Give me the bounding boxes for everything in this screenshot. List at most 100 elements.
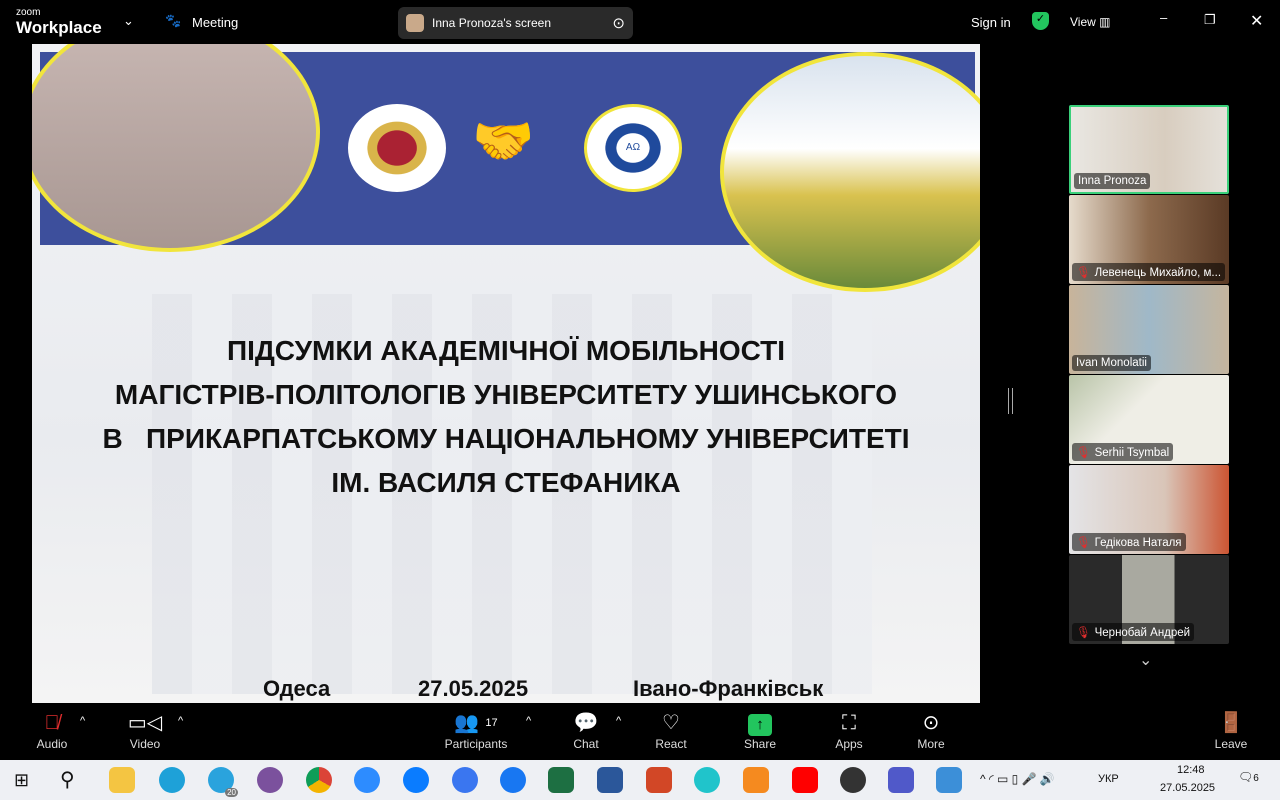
obs-icon[interactable] [840, 767, 866, 793]
participant-name: Inna Pronoza [1074, 173, 1151, 189]
participant-tile[interactable]: Ivan Monolatii [1069, 285, 1229, 374]
resize-handle[interactable] [1008, 388, 1013, 414]
facebook-icon[interactable] [500, 767, 526, 793]
top-bar: zoom Workplace ⌄ 🐾 Meeting Inna Pronoza'… [0, 0, 1280, 44]
participants-label: Participants [444, 737, 508, 751]
apps-icon: ⛶ [842, 712, 856, 734]
zoom-logo: Workplace [16, 18, 102, 37]
emblem-text: ΑΩ [625, 142, 641, 153]
chat-options-caret[interactable]: ^ [616, 715, 621, 727]
notifications-icon[interactable]: 🗨6 [1238, 770, 1259, 784]
slide-banner: 🤝 ΑΩ [32, 44, 980, 292]
minimize-icon[interactable]: – [1160, 10, 1167, 25]
video-options-caret[interactable]: ^ [178, 715, 183, 727]
avatar [406, 14, 424, 32]
react-label: React [655, 737, 687, 751]
pdf-app-icon[interactable] [743, 767, 769, 793]
telegram-icon[interactable]: 20 [208, 767, 238, 797]
clock-time[interactable]: 12:48 [1177, 764, 1205, 776]
screen-share-pill[interactable]: Inna Pronoza's screen ⊙ [398, 7, 633, 39]
video-camera-icon: ▭◁ [127, 712, 163, 734]
participants-button[interactable]: 👥 17 Participants [441, 711, 511, 751]
chevron-down-icon[interactable]: ⌄ [1139, 650, 1152, 670]
participant-name: Ivan Monolatii [1072, 355, 1151, 371]
muted-mic-icon: 🎙̸ [44, 712, 60, 734]
slide-title: ПІДСУМКИ АКАДЕМІЧНОЇ МОБІЛЬНОСТІ МАГІСТР… [32, 329, 980, 505]
slide-date: 27.05.2025 [418, 676, 529, 701]
clock-date[interactable]: 27.05.2025 [1160, 782, 1215, 794]
close-icon[interactable]: ✕ [1250, 11, 1263, 31]
view-button[interactable]: View ▥ [1070, 15, 1110, 29]
photos-icon[interactable] [936, 767, 962, 793]
audio-button[interactable]: 🎙̸ Audio [17, 711, 87, 751]
odesa-university-emblem [348, 104, 446, 192]
apps-label: Apps [835, 737, 863, 751]
audio-options-caret[interactable]: ^ [80, 715, 85, 727]
participant-tile[interactable]: 🎙 Гедікова Наталя [1069, 465, 1229, 554]
system-tray-icons[interactable]: ^ ◜ ▭ ▯ 🎤 🔊 [980, 772, 1055, 786]
participant-tile[interactable]: 🎙 Чернобай Андрей [1069, 555, 1229, 644]
muted-mic-icon: 🎙 [1076, 447, 1091, 459]
teams-icon[interactable] [888, 767, 914, 793]
participant-count: 17 [485, 717, 498, 729]
video-label: Video [129, 737, 161, 751]
restore-icon[interactable]: ❐ [1204, 12, 1216, 28]
leave-icon: 🚪 [1218, 712, 1244, 734]
shared-slide: 🤝 ΑΩ ПІДСУМКИ АКАДЕМІЧНОЇ МОБІЛЬНОСТІ МА… [32, 44, 980, 703]
more-button[interactable]: ⊙ More [896, 711, 966, 751]
signal-icon[interactable] [452, 767, 478, 793]
leave-label: Leave [1214, 737, 1248, 751]
chevron-down-icon[interactable]: ⌄ [123, 13, 134, 29]
search-icon[interactable]: ⚲ [60, 767, 75, 792]
muted-mic-icon: 🎙 [1076, 537, 1091, 549]
chat-label: Chat [573, 737, 599, 751]
zoom-icon[interactable] [354, 767, 380, 793]
zoom-logo-small: zoom [16, 7, 41, 18]
messenger-icon[interactable] [403, 767, 429, 793]
react-button[interactable]: ♡ React [636, 711, 706, 751]
prykarpattia-university-emblem: ΑΩ [584, 104, 682, 192]
participant-name: 🎙 Чернобай Андрей [1072, 623, 1195, 641]
title-line: В ПРИКАРПАТСЬКОМУ НАЦІОНАЛЬНОМУ УНІВЕРСИ… [102, 423, 910, 454]
city-left: Одеса [263, 676, 331, 701]
chrome-icon[interactable] [306, 767, 332, 793]
excel-icon[interactable] [548, 767, 574, 793]
youtube-icon[interactable] [792, 767, 818, 793]
viber-icon[interactable] [257, 767, 283, 793]
apps-button[interactable]: ⛶ Apps [814, 711, 884, 751]
participant-tile[interactable]: Inna Pronoza [1069, 105, 1229, 194]
participant-name: 🎙 Serhii Tsymbal [1072, 443, 1174, 461]
edge-icon[interactable] [159, 767, 185, 793]
language-indicator[interactable]: УКР [1098, 773, 1119, 785]
city-right: Івано-Франківськ [633, 676, 824, 701]
chat-button[interactable]: 💬 Chat [551, 711, 621, 751]
video-button[interactable]: ▭◁ Video [110, 711, 180, 751]
more-label: More [917, 737, 945, 751]
canva-icon[interactable] [694, 767, 720, 793]
prykarpattia-university-photo [720, 52, 980, 292]
participants-icon: 👥 17 [454, 712, 498, 734]
leave-button[interactable]: 🚪 Leave [1196, 711, 1266, 751]
share-button[interactable]: ↑ Share [725, 711, 795, 751]
view-label: View [1070, 15, 1096, 29]
title-line: ПІДСУМКИ АКАДЕМІЧНОЇ МОБІЛЬНОСТІ [226, 335, 786, 366]
shield-icon[interactable]: ✓ [1032, 12, 1049, 30]
share-label: Inna Pronoza's screen [432, 16, 552, 30]
participant-name: 🎙 Гедікова Наталя [1072, 533, 1186, 551]
participant-tile[interactable]: 🎙 Serhii Tsymbal [1069, 375, 1229, 464]
windows-start-icon[interactable]: ⊞ [14, 770, 29, 791]
windows-taskbar: ⊞ ⚲ 20 ^ ◜ ▭ ▯ 🎤 🔊 УКР 12:48 27.05.2025 … [0, 760, 1280, 800]
audio-label: Audio [36, 737, 68, 751]
participant-name: 🎙 Левенець Михайло, м... [1072, 263, 1226, 281]
more-options-icon[interactable]: ⊙ [612, 14, 625, 32]
sign-in-button[interactable]: Sign in [971, 15, 1011, 30]
file-explorer-icon[interactable] [109, 767, 135, 793]
chat-icon: 💬 [573, 712, 599, 734]
meeting-label[interactable]: Meeting [192, 15, 238, 30]
powerpoint-icon[interactable] [646, 767, 672, 793]
word-icon[interactable] [597, 767, 623, 793]
participants-options-caret[interactable]: ^ [526, 715, 531, 727]
participant-tile[interactable]: 🎙 Левенець Михайло, м... [1069, 195, 1229, 284]
heart-icon: ♡ [662, 712, 680, 734]
share-screen-icon: ↑ [725, 711, 795, 737]
